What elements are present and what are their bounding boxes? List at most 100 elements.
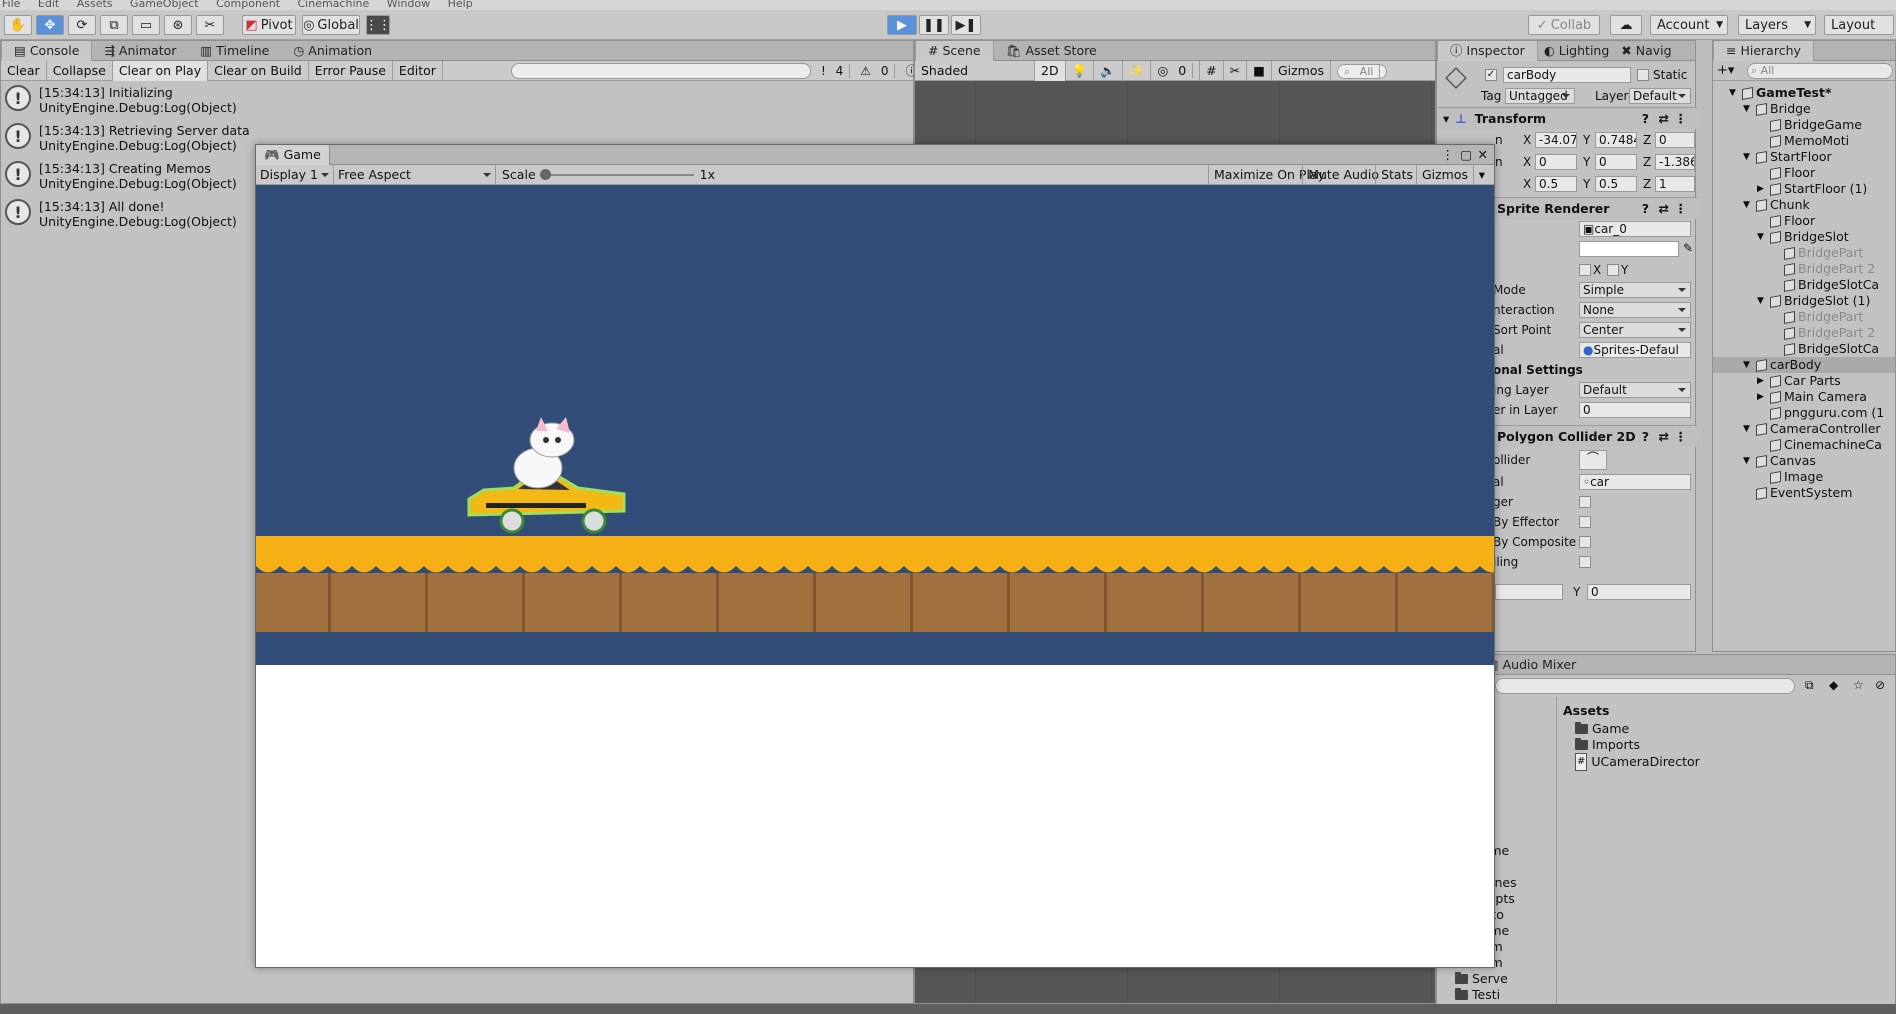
rect-tool-icon[interactable]: ▭ bbox=[132, 15, 160, 35]
transform-header[interactable]: ▾ ⊥ Transform ? ⇄ ⋮ bbox=[1437, 107, 1697, 129]
layout-dropdown[interactable]: Layout bbox=[1824, 15, 1894, 35]
asset-item[interactable]: Imports bbox=[1575, 737, 1640, 753]
preset-icon[interactable]: ⇄ bbox=[1659, 426, 1669, 448]
move-tool-icon[interactable]: ✥ bbox=[36, 15, 64, 35]
scale-z[interactable]: 1 bbox=[1655, 176, 1695, 192]
tab-lighting[interactable]: ◐ Lighting bbox=[1538, 41, 1615, 61]
asset-item[interactable]: Game bbox=[1575, 721, 1629, 737]
rotation-x[interactable]: 0 bbox=[1535, 154, 1577, 170]
custom-tool-icon[interactable]: ✂ bbox=[196, 15, 224, 35]
hierarchy-item[interactable]: ▼ StartFloor bbox=[1743, 149, 1832, 165]
filter-type-icon[interactable]: ⧉ bbox=[1805, 678, 1814, 693]
grid-icon[interactable]: # bbox=[1200, 60, 1224, 81]
help-icon[interactable]: ? bbox=[1642, 426, 1649, 448]
hierarchy-item[interactable]: BridgeSlotCa bbox=[1771, 277, 1879, 293]
rotation-z[interactable]: -1.386 bbox=[1655, 154, 1695, 170]
foldout-arrow-icon[interactable]: ▶ bbox=[1757, 389, 1767, 405]
filter-label-icon[interactable]: ◆ bbox=[1829, 678, 1838, 692]
audio-icon[interactable]: 🔈 bbox=[1094, 60, 1123, 81]
effects-icon[interactable]: ✨ bbox=[1123, 60, 1152, 81]
hierarchy-item[interactable]: BridgePart 2 bbox=[1771, 261, 1875, 277]
hierarchy-item[interactable]: ▼ BridgeSlot (1) bbox=[1757, 293, 1870, 309]
clear-on-build-button[interactable]: Clear on Build bbox=[208, 60, 309, 81]
foldout-arrow-icon[interactable]: ▼ bbox=[1757, 229, 1767, 245]
foldout-arrow-icon[interactable]: ▼ bbox=[1757, 293, 1767, 309]
hierarchy-item[interactable]: EventSystem bbox=[1743, 485, 1852, 501]
hierarchy-item[interactable]: ▼ CameraController bbox=[1743, 421, 1881, 437]
editor-dropdown[interactable]: Editor bbox=[393, 60, 443, 81]
gizmos-dropdown-arrow-icon[interactable]: ▾ bbox=[1474, 165, 1490, 185]
tab-scene[interactable]: # Scene bbox=[915, 40, 994, 61]
account-dropdown[interactable]: Account ▼ bbox=[1650, 15, 1728, 35]
static-checkbox[interactable] bbox=[1637, 69, 1649, 81]
tools-icon[interactable]: ✂ bbox=[1224, 60, 1248, 81]
tab-hierarchy[interactable]: ≡ Hierarchy bbox=[1713, 40, 1814, 61]
2d-toggle[interactable]: 2D bbox=[1035, 60, 1066, 81]
tab-animator[interactable]: ⇶ Animator bbox=[92, 41, 188, 61]
clear-button[interactable]: Clear bbox=[1, 60, 47, 81]
preset-icon[interactable]: ⇄ bbox=[1659, 108, 1669, 130]
mute-audio-button[interactable]: Mute Audio bbox=[1302, 165, 1384, 185]
hierarchy-item[interactable]: pngguru.com (1 bbox=[1757, 405, 1884, 421]
menu-assets[interactable]: Assets bbox=[77, 0, 113, 10]
hierarchy-item[interactable]: BridgeSlotCa bbox=[1771, 341, 1879, 357]
menu-edit[interactable]: Edit bbox=[38, 0, 59, 10]
pause-button[interactable]: ❚❚ bbox=[919, 15, 949, 35]
draw-mode-dropdown[interactable]: Simple bbox=[1579, 282, 1691, 298]
aspect-dropdown[interactable]: Free Aspect bbox=[334, 164, 496, 185]
used-by-effector-checkbox[interactable] bbox=[1579, 516, 1591, 528]
scale-slider-handle[interactable] bbox=[539, 168, 551, 180]
mask-interaction-dropdown[interactable]: None bbox=[1579, 302, 1691, 318]
offset-x-field[interactable] bbox=[1495, 584, 1563, 600]
menu-cinemachine[interactable]: Cinemachine bbox=[298, 0, 370, 10]
lighting-icon[interactable]: 💡 bbox=[1066, 60, 1095, 81]
menu-component[interactable]: Component bbox=[216, 0, 280, 10]
color-field[interactable] bbox=[1579, 241, 1679, 257]
hierarchy-item[interactable]: ▶ Main Camera bbox=[1757, 389, 1867, 405]
foldout-arrow-icon[interactable]: ▼ bbox=[1743, 197, 1753, 213]
log-entry[interactable]: ! [15:34:13] Initializing UnityEngine.Debu… bbox=[1, 81, 913, 119]
preset-icon[interactable]: ⇄ bbox=[1659, 198, 1669, 220]
collider-material-field[interactable]: ◦car bbox=[1579, 474, 1691, 490]
sort-point-dropdown[interactable]: Center bbox=[1579, 322, 1691, 338]
favorite-star-icon[interactable]: ☆ bbox=[1853, 678, 1864, 692]
project-tree-item[interactable]: Serve bbox=[1455, 971, 1508, 987]
order-in-layer-field[interactable]: 0 bbox=[1579, 402, 1691, 418]
foldout-arrow-icon[interactable]: ▼ bbox=[1743, 149, 1753, 165]
flip-x-checkbox[interactable] bbox=[1579, 264, 1591, 276]
used-by-composite-checkbox[interactable] bbox=[1579, 536, 1591, 548]
sorting-layer-dropdown[interactable]: Default bbox=[1579, 382, 1691, 398]
scale-y[interactable]: 0.5 bbox=[1595, 176, 1637, 192]
scene-gizmos-dropdown[interactable]: Gizmos bbox=[1272, 60, 1331, 81]
more-icon[interactable]: ⋮ bbox=[1675, 108, 1688, 130]
edit-collider-button[interactable]: ⌒ bbox=[1579, 450, 1607, 470]
menu-gameobject[interactable]: GameObject bbox=[130, 0, 199, 10]
tab-asset-store[interactable]: 🛍 Asset Store bbox=[994, 41, 1109, 61]
scale-slider[interactable] bbox=[539, 168, 694, 180]
hidden-packages-icon[interactable]: ⊘ bbox=[1875, 678, 1885, 692]
hierarchy-item[interactable]: ▼ Bridge bbox=[1743, 101, 1811, 117]
hierarchy-item[interactable]: BridgePart 2 bbox=[1771, 325, 1875, 341]
rotation-y[interactable]: 0 bbox=[1595, 154, 1637, 170]
menu-window[interactable]: Window bbox=[387, 0, 430, 10]
close-icon[interactable]: ✕ bbox=[1478, 147, 1488, 162]
flip-y-checkbox[interactable] bbox=[1607, 264, 1619, 276]
foldout-arrow-icon[interactable]: ▼ bbox=[1729, 85, 1739, 101]
maximize-icon[interactable]: ▢ bbox=[1460, 147, 1472, 162]
camera-icon[interactable]: ■ bbox=[1247, 60, 1272, 81]
project-search-input[interactable] bbox=[1495, 678, 1795, 694]
foldout-arrow-icon[interactable]: ▼ bbox=[1743, 357, 1753, 373]
hierarchy-item[interactable]: Floor bbox=[1757, 165, 1815, 181]
position-y[interactable]: 0.7484 bbox=[1595, 132, 1637, 148]
tag-dropdown[interactable]: Untagged bbox=[1505, 88, 1575, 104]
help-icon[interactable]: ? bbox=[1642, 198, 1649, 220]
foldout-arrow-icon[interactable]: ▼ bbox=[1743, 421, 1753, 437]
tab-inspector[interactable]: ⓘ Inspector bbox=[1437, 40, 1538, 61]
tab-game[interactable]: 🎮 Game bbox=[256, 144, 330, 165]
rotate-tool-icon[interactable]: ⟳ bbox=[68, 15, 96, 35]
asset-item[interactable]: # UCameraDirector bbox=[1575, 753, 1700, 771]
hierarchy-item[interactable]: ▼ BridgeSlot bbox=[1757, 229, 1849, 245]
pivot-button[interactable]: ◩ Pivot bbox=[242, 15, 296, 35]
play-button[interactable]: ▶ bbox=[887, 15, 917, 35]
hierarchy-item[interactable]: BridgeGame bbox=[1757, 117, 1862, 133]
